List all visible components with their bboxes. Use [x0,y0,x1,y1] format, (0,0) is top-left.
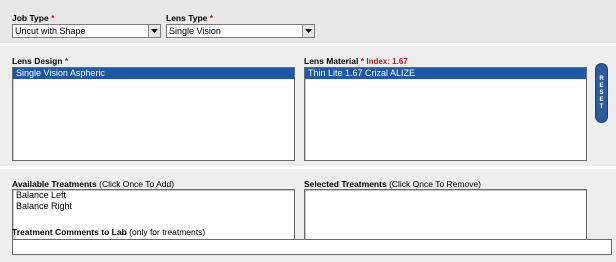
lens-index: Index: 1.67 [366,57,408,66]
lens-design-label: Lens Design * [12,56,69,66]
lens-material-option[interactable]: Thin Lite 1.67 Crizal ALIZE [305,68,586,79]
lens-type-select[interactable]: Single Vision [166,24,315,38]
job-type-value: Uncut with Shape [15,26,86,36]
job-setup-section: Job Type * Uncut with Shape Lens Type * … [0,0,616,43]
selected-treatments-label: Selected Treatments (Click Once To Remov… [304,179,482,189]
chevron-down-icon [148,25,160,37]
reset-button[interactable]: RESET [596,64,607,122]
job-type-select[interactable]: Uncut with Shape [12,24,161,38]
treatment-option[interactable]: Balance Right [13,201,294,212]
job-type-label: Job Type * [12,13,55,23]
lens-type-value: Single Vision [169,26,221,36]
lens-design-listbox[interactable]: Single Vision Aspheric [12,67,295,161]
treatment-comments-label: Treatment Comments to Lab (only for trea… [12,227,206,237]
reset-button-label: RESET [599,75,604,110]
chevron-down-icon [302,25,314,37]
treatment-option[interactable]: Balance Left [13,190,294,201]
treatment-comments-input[interactable] [12,239,612,255]
available-treatments-label: Available Treatments (Click Once To Add) [12,179,175,189]
lens-type-label: Lens Type * [166,13,214,23]
lens-material-label: Lens Material * Index: 1.67 [304,56,408,66]
available-treatments-listbox[interactable]: Balance Left Balance Right [12,189,295,246]
lens-design-option[interactable]: Single Vision Aspheric [13,68,294,79]
lens-material-listbox[interactable]: Thin Lite 1.67 Crizal ALIZE [304,67,587,161]
selected-treatments-listbox[interactable] [304,189,587,246]
lens-selection-section: Lens Design * Single Vision Aspheric Len… [0,46,616,166]
